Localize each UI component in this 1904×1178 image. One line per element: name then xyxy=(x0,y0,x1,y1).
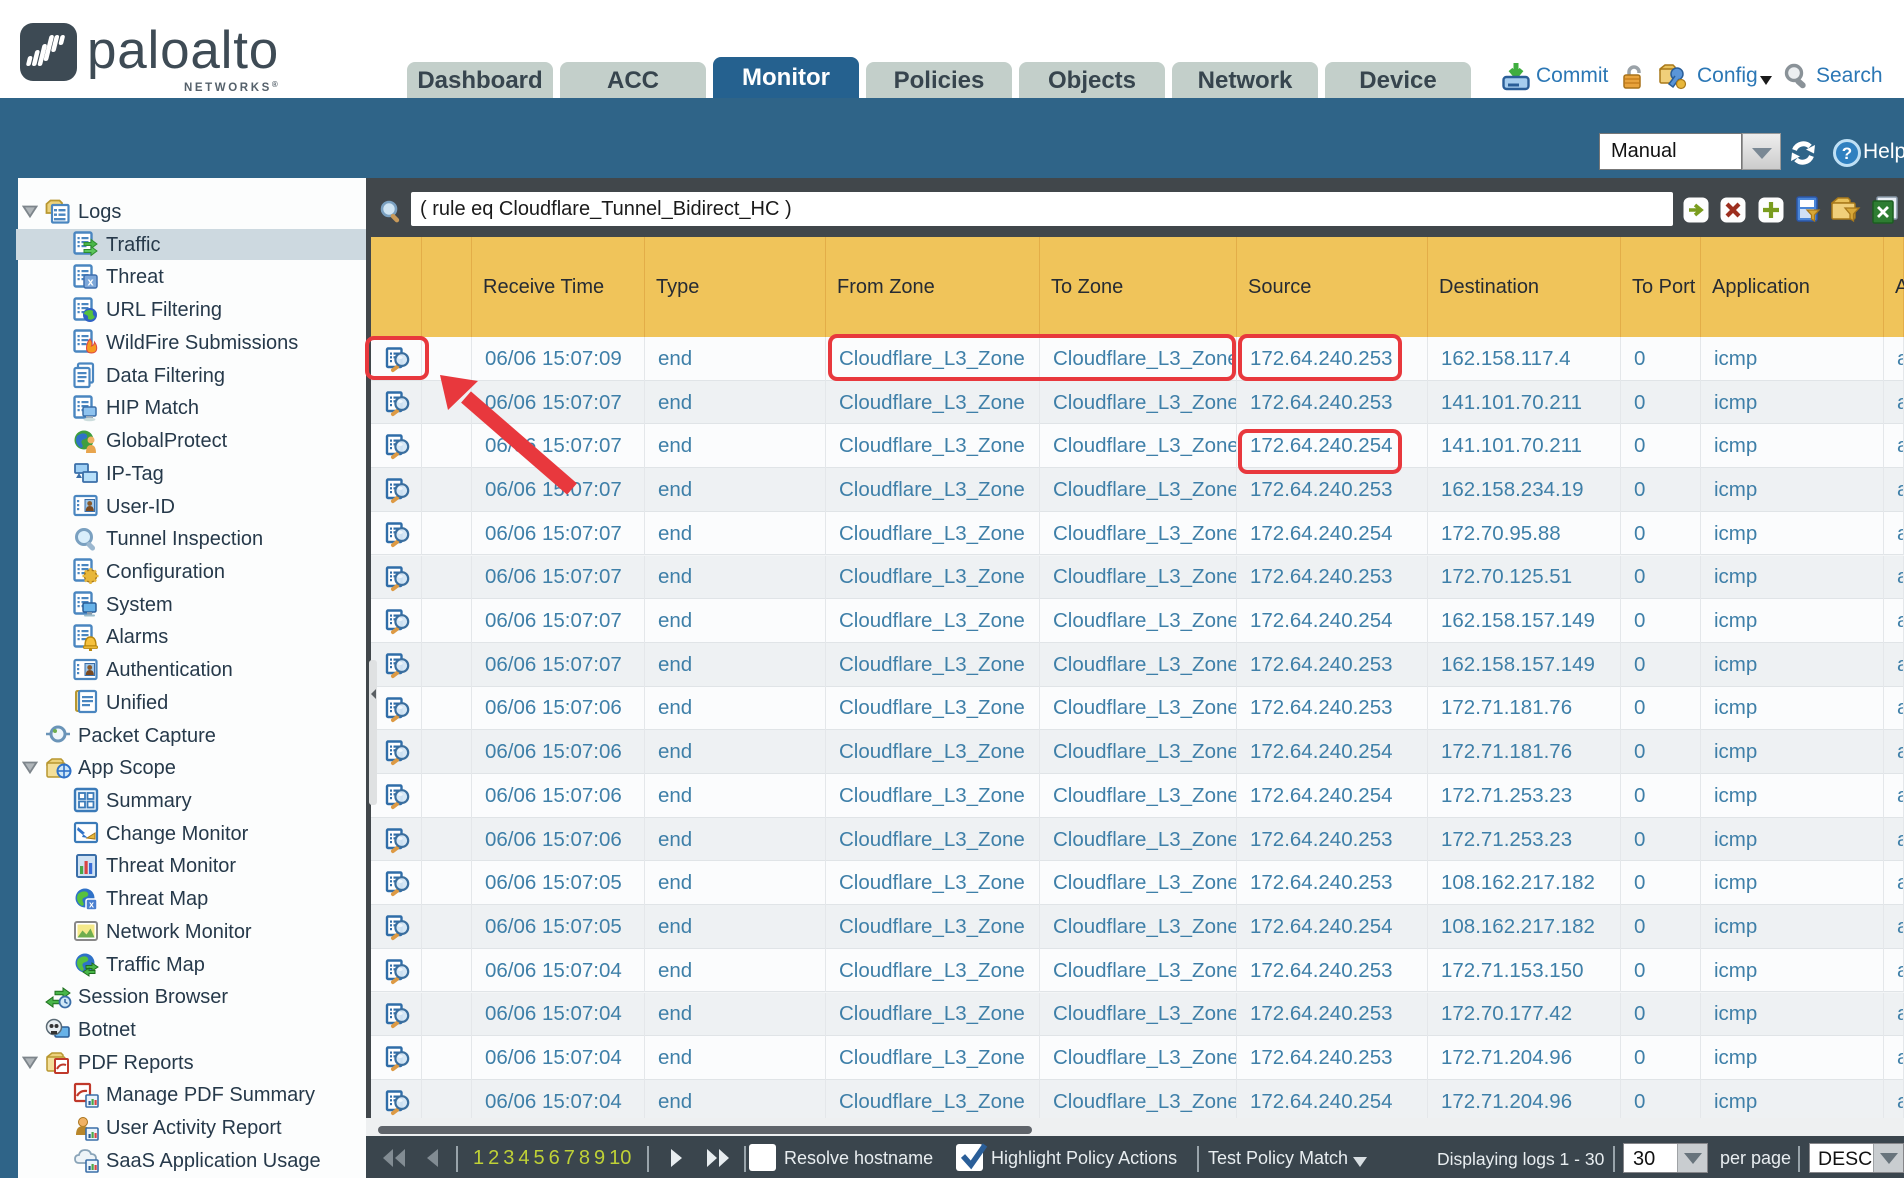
svg-text:x: x xyxy=(87,276,94,288)
svg-text:x: x xyxy=(89,899,94,909)
svg-text:?: ? xyxy=(1842,144,1852,163)
